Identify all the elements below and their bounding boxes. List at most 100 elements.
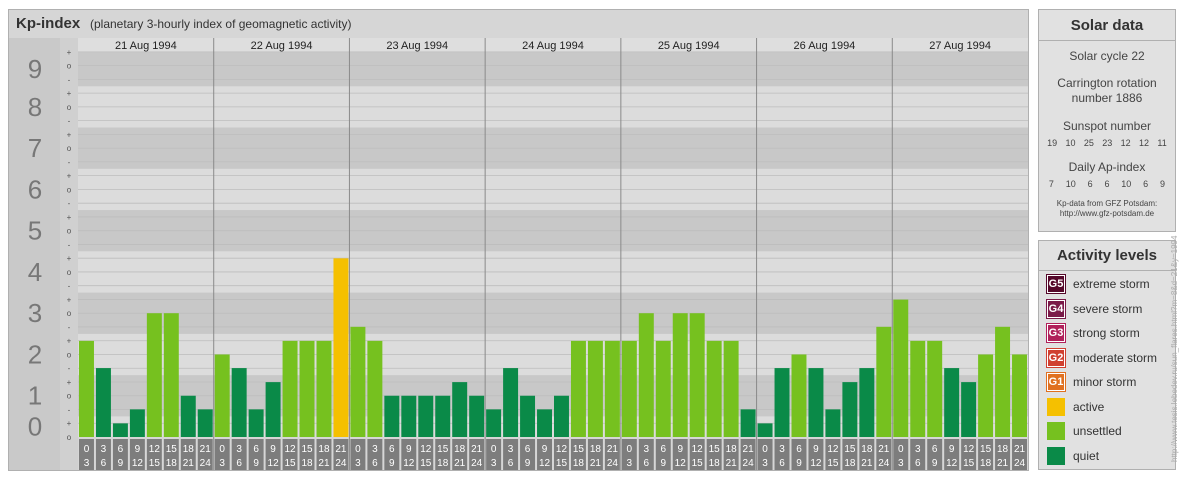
minor-tick-label: o (67, 144, 72, 153)
sunspot-value: 23 (1102, 138, 1113, 148)
interval-start: 3 (508, 444, 514, 455)
kp-bar (961, 382, 977, 437)
interval-start: 9 (949, 444, 955, 455)
day-label: 24 Aug 1994 (522, 40, 584, 52)
interval-end: 18 (573, 458, 585, 469)
minor-tick-label: - (68, 405, 71, 414)
minor-tick-label: + (67, 419, 72, 428)
level-label: quiet (1073, 448, 1100, 463)
kp-bar (112, 423, 128, 437)
interval-start: 0 (355, 444, 361, 455)
minor-tick-label: o (67, 433, 72, 442)
interval-start: 15 (980, 444, 992, 455)
kp-bar (316, 340, 332, 437)
interval-end: 21 (183, 458, 195, 469)
interval-end: 6 (915, 458, 921, 469)
interval-start: 3 (915, 444, 921, 455)
interval-end: 3 (491, 458, 497, 469)
activity-level-row: active (1047, 397, 1104, 417)
interval-end: 24 (878, 458, 890, 469)
kp-bar (570, 340, 586, 437)
interval-start: 12 (827, 444, 839, 455)
interval-end: 3 (762, 458, 768, 469)
interval-start: 6 (932, 444, 938, 455)
kp-bar (757, 423, 773, 437)
y-tick-label: 8 (28, 92, 42, 122)
interval-end: 15 (420, 458, 432, 469)
interval-start: 18 (183, 444, 195, 455)
interval-start: 6 (389, 444, 395, 455)
kp-bar (791, 354, 807, 437)
minor-tick-label: o (67, 392, 72, 401)
divider (1039, 270, 1175, 271)
interval-end: 21 (454, 458, 466, 469)
interval-end: 21 (861, 458, 873, 469)
interval-start: 18 (454, 444, 466, 455)
interval-end: 24 (1014, 458, 1026, 469)
sunspot-value: 19 (1047, 138, 1058, 148)
level-label: minor storm (1073, 375, 1137, 389)
interval-end: 18 (709, 458, 721, 469)
watermark: http://www.tesis.lebedev.ru/sun_flares.h… (1170, 235, 1179, 462)
kp-bar (435, 395, 451, 437)
interval-start: 9 (542, 444, 548, 455)
activity-level-row: G4 severe storm (1046, 298, 1143, 319)
interval-start: 21 (607, 444, 619, 455)
interval-end: 24 (607, 458, 619, 469)
kp-bar (520, 395, 536, 437)
kp-bar (95, 368, 111, 437)
solar-data-title: Solar data (1070, 17, 1144, 34)
activity-level-row: G1 minor storm (1046, 372, 1137, 392)
kp-bar (893, 299, 909, 437)
interval-end: 6 (101, 458, 107, 469)
kp-bar (689, 313, 705, 437)
minor-tick-label: - (68, 199, 71, 208)
divider (1039, 40, 1175, 41)
interval-end: 18 (844, 458, 856, 469)
kp-bar (859, 368, 875, 437)
minor-tick-label: - (68, 240, 71, 249)
level-label: extreme storm (1073, 277, 1150, 291)
minor-tick-label: + (67, 254, 72, 263)
credit-link[interactable]: http://www.gfz-potsdam.de (1039, 209, 1175, 219)
level-label: strong storm (1073, 326, 1140, 340)
ap-value: 10 (1121, 179, 1132, 189)
interval-end: 6 (644, 458, 650, 469)
day-label: 27 Aug 1994 (929, 40, 991, 52)
ap-value: 6 (1143, 179, 1149, 189)
level-label: unsettled (1073, 424, 1122, 438)
level-swatch: G5 (1046, 274, 1066, 294)
interval-end: 18 (980, 458, 992, 469)
kp-bar (825, 409, 841, 437)
ap-title: Daily Ap-index (1068, 160, 1146, 174)
interval-start: 12 (692, 444, 704, 455)
minor-tick-label: o (67, 268, 72, 277)
solar-data-panel: Solar data Solar cycle 22 Carrington rot… (1038, 9, 1176, 232)
solar-cycle: Solar cycle 22 (1069, 49, 1145, 63)
kp-bar (978, 354, 994, 437)
minor-tick-label: + (67, 295, 72, 304)
minor-tick-label: - (68, 117, 71, 126)
y-tick-label: 1 (28, 381, 42, 411)
minor-tick-label: + (67, 130, 72, 139)
kp-bar (842, 382, 858, 437)
interval-end: 9 (932, 458, 938, 469)
interval-end: 3 (627, 458, 633, 469)
level-label: severe storm (1073, 301, 1143, 316)
interval-start: 21 (1014, 444, 1026, 455)
interval-start: 18 (997, 444, 1009, 455)
kp-bar (79, 340, 94, 437)
minor-tick-label: + (67, 48, 72, 57)
kp-bar (265, 382, 281, 437)
kp-bar (723, 340, 739, 437)
kp-bar (333, 258, 349, 437)
interval-end: 12 (268, 458, 280, 469)
level-swatch: G4 (1046, 298, 1066, 319)
kp-bar (469, 395, 485, 437)
kp-bar (995, 326, 1011, 437)
kp-bar (808, 368, 824, 437)
interval-start: 21 (471, 444, 483, 455)
day-label: 23 Aug 1994 (386, 40, 448, 52)
interval-start: 9 (677, 444, 683, 455)
interval-end: 24 (335, 458, 347, 469)
